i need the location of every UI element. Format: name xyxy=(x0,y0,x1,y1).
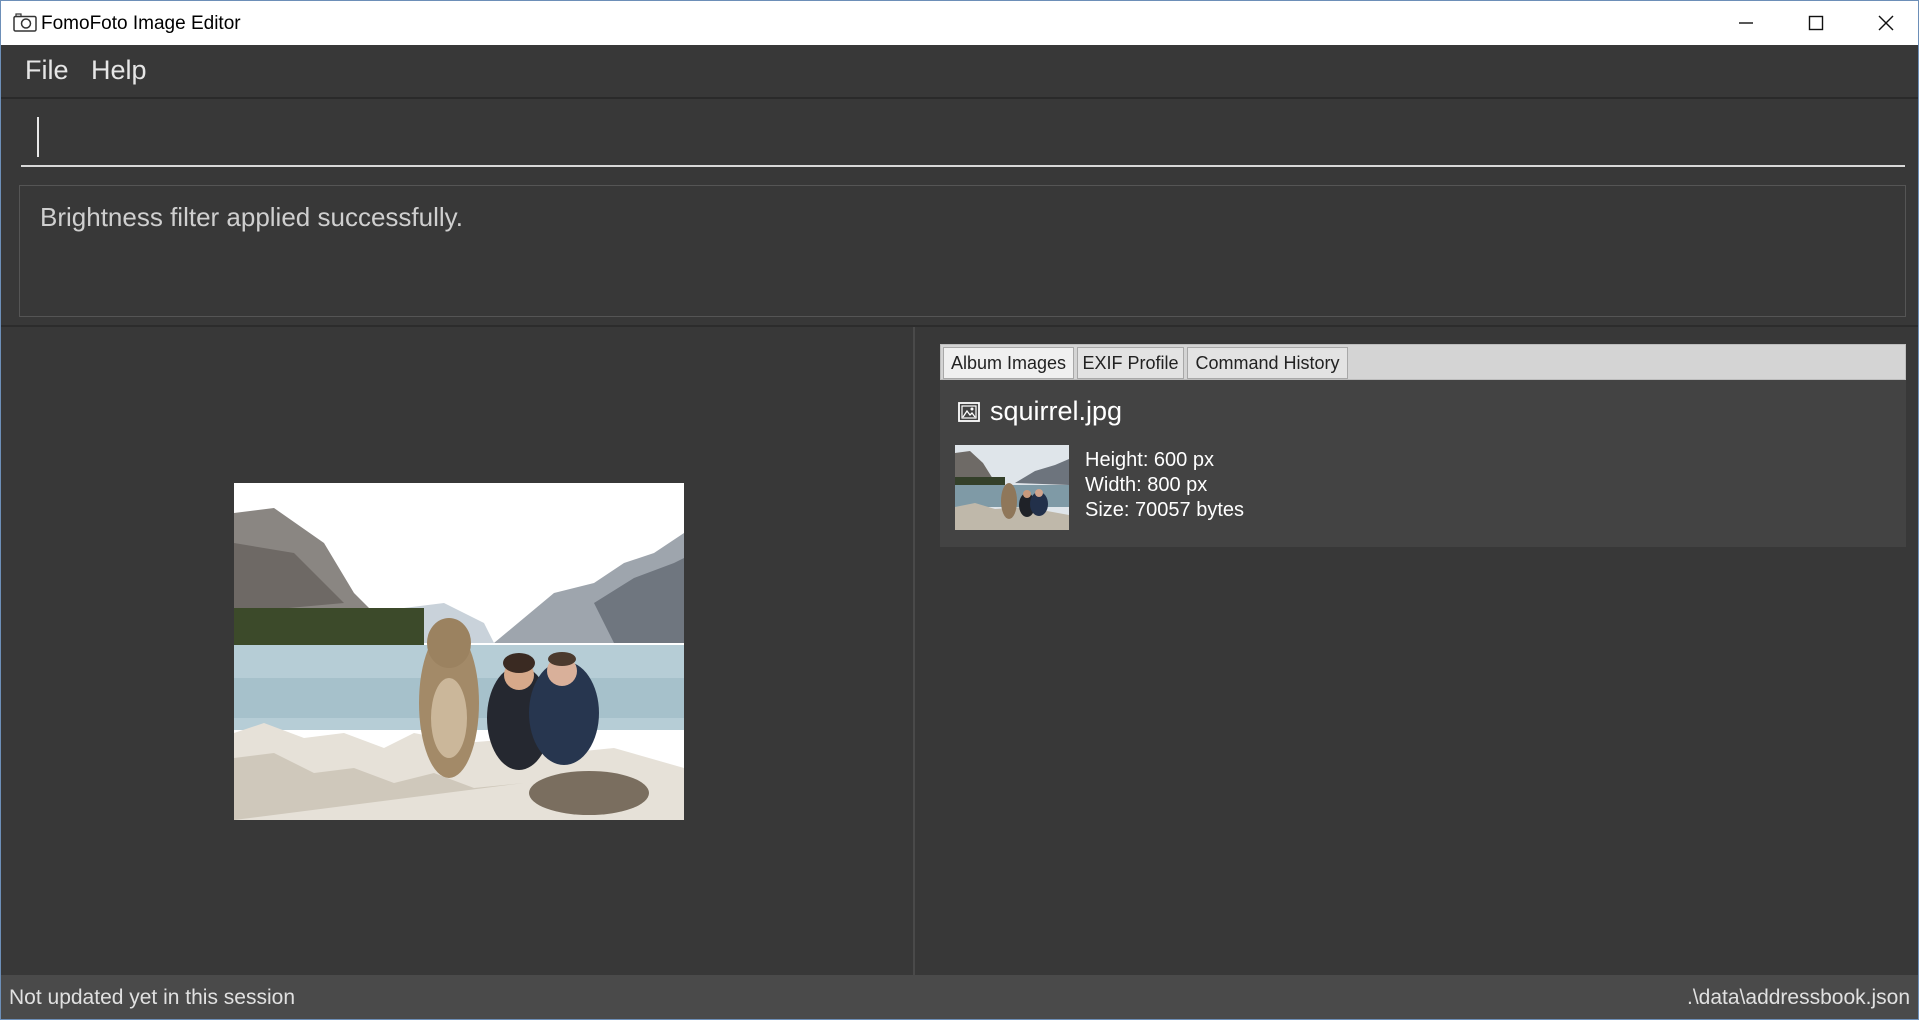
command-box xyxy=(1,101,1918,181)
title-bar[interactable]: FomoFoto Image Editor xyxy=(1,1,1918,45)
close-icon xyxy=(1878,15,1894,31)
command-input[interactable] xyxy=(21,101,1905,167)
menu-file[interactable]: File xyxy=(25,55,69,86)
status-bar: Not updated yet in this session .\data\a… xyxy=(1,975,1918,1019)
tab-bar: Album Images EXIF Profile Command Histor… xyxy=(940,344,1906,380)
album-item-thumbnail xyxy=(955,445,1069,530)
tab-command-history[interactable]: Command History xyxy=(1187,347,1348,379)
album-item-width: Width: 800 px xyxy=(1085,474,1208,496)
maximize-icon xyxy=(1808,15,1824,31)
window-title: FomoFoto Image Editor xyxy=(41,13,241,34)
close-button[interactable] xyxy=(1851,1,1918,45)
minimize-icon xyxy=(1739,22,1753,24)
album-item-meta: Height: 600 px Width: 800 px Size: 70057… xyxy=(1085,448,1244,523)
result-message: Brightness filter applied successfully. xyxy=(40,202,463,232)
album-item-height: Height: 600 px xyxy=(1085,449,1214,471)
album-item-size: Size: 70057 bytes xyxy=(1085,499,1244,521)
tab-exif-profile[interactable]: EXIF Profile xyxy=(1077,347,1184,379)
app-window: FomoFoto Image Editor File Help Brightne… xyxy=(0,0,1919,1020)
tab-album-images[interactable]: Album Images xyxy=(943,347,1074,379)
text-caret xyxy=(37,117,39,157)
maximize-button[interactable] xyxy=(1781,1,1851,45)
album-list-item[interactable]: squirrel.jpg Height: 600 px Width: 800 p… xyxy=(940,380,1906,547)
image-icon xyxy=(958,402,980,422)
album-item-name: squirrel.jpg xyxy=(990,396,1123,426)
main-image-preview xyxy=(234,483,684,820)
save-location: .\data\addressbook.json xyxy=(1687,986,1910,1009)
result-display: Brightness filter applied successfully. xyxy=(19,185,1906,317)
menu-help[interactable]: Help xyxy=(91,55,147,86)
camera-icon xyxy=(13,13,37,32)
minimize-button[interactable] xyxy=(1711,1,1781,45)
menu-bar: File Help xyxy=(1,45,1918,99)
sync-status: Not updated yet in this session xyxy=(9,986,296,1009)
